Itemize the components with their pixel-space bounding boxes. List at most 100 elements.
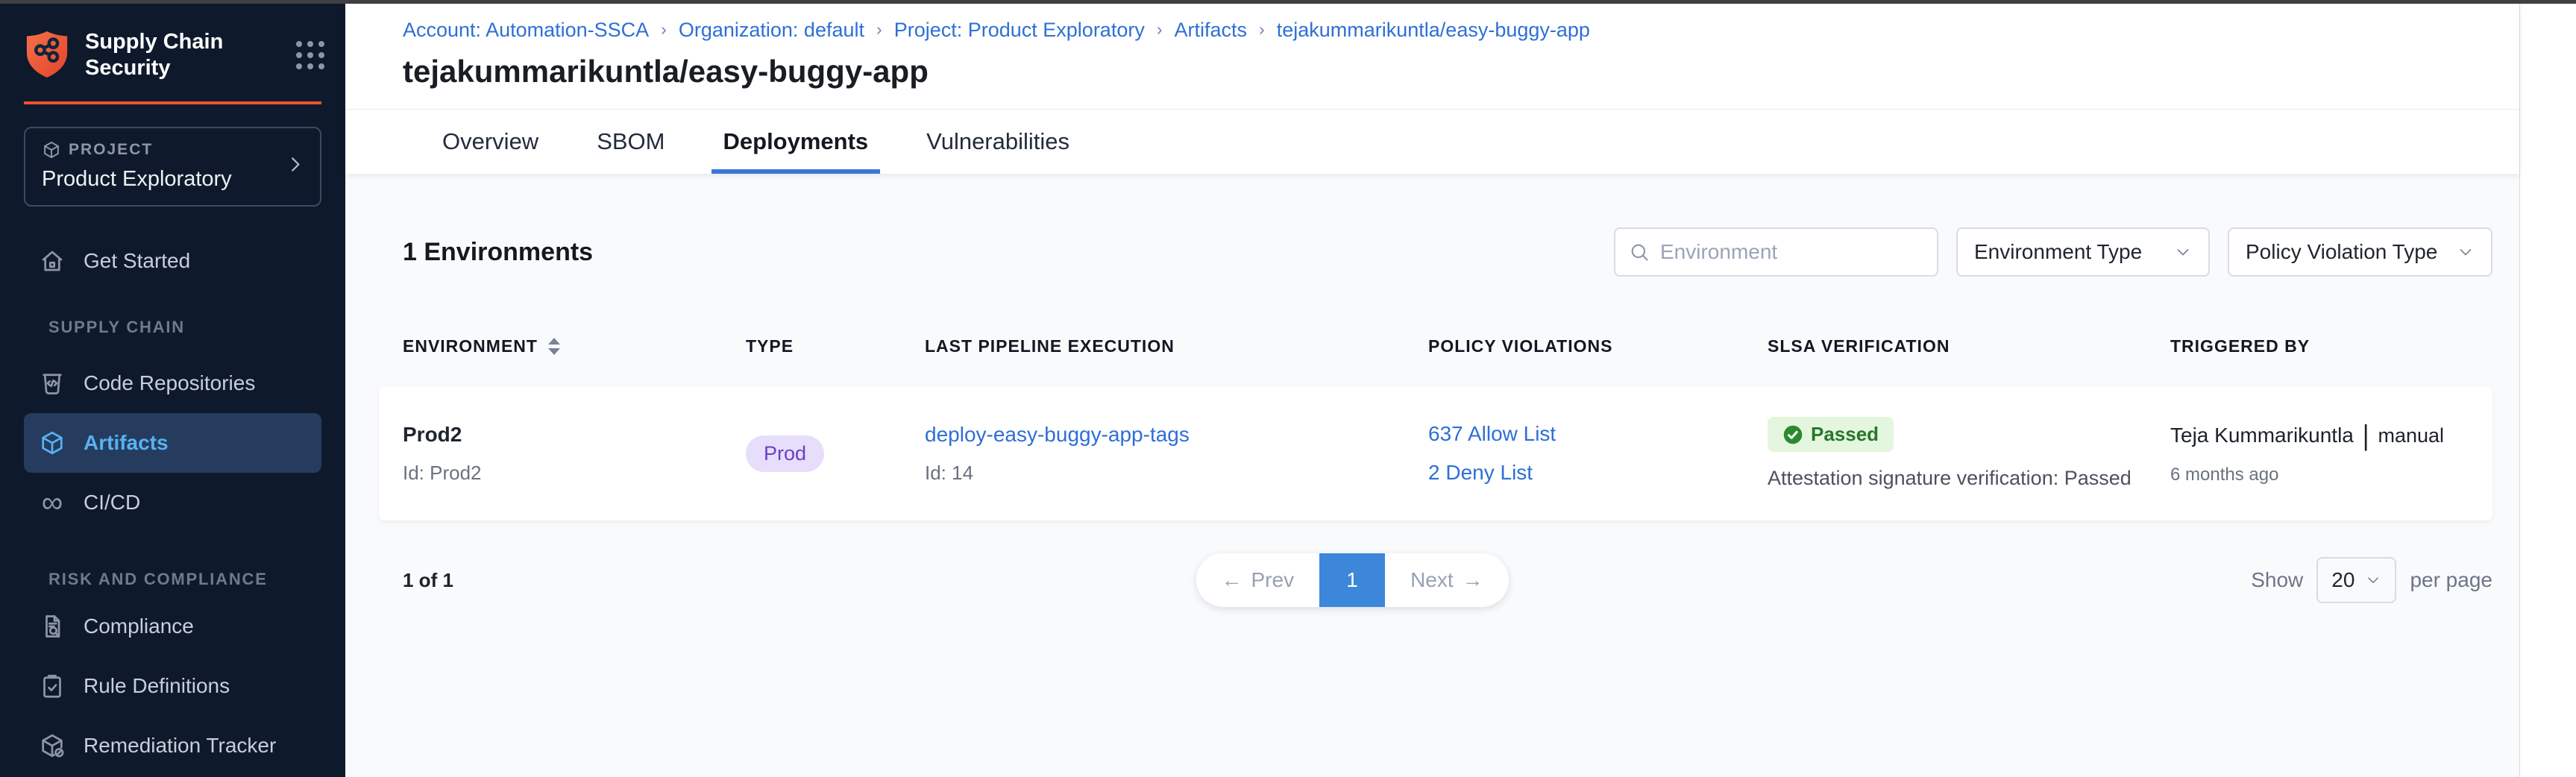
- sidebar: Supply Chain Security PROJECT Product Ex…: [0, 4, 345, 777]
- tab-sbom[interactable]: SBOM: [585, 110, 676, 174]
- chevron-down-icon: [2365, 572, 2381, 588]
- last-pipeline-execution-cell: deploy-easy-buggy-app-tags Id: 14: [925, 423, 1428, 485]
- tab-deployments[interactable]: Deployments: [711, 110, 881, 174]
- supply-chain-security-shield-icon: [24, 29, 70, 80]
- per-page-label: per page: [2410, 568, 2492, 592]
- breadcrumb-separator: ›: [1259, 19, 1265, 40]
- allow-list-link[interactable]: 637 Allow List: [1428, 422, 1768, 446]
- clipboard-check-icon: [39, 673, 66, 699]
- page-size-control: Show 20 per page: [2251, 557, 2492, 603]
- chevron-down-icon: [2457, 243, 2475, 261]
- sidebar-nav: Get Started SUPPLY CHAIN Code Repositori…: [0, 231, 345, 776]
- slsa-status-label: Passed: [1811, 423, 1879, 446]
- breadcrumb-organization[interactable]: Organization: default: [679, 19, 864, 42]
- pipeline-link[interactable]: deploy-easy-buggy-app-tags: [925, 423, 1428, 447]
- sidebar-item-artifacts[interactable]: Artifacts: [24, 413, 321, 473]
- breadcrumb: Account: Automation-SSCA › Organization:…: [403, 19, 2519, 42]
- project-name: Product Exploratory: [42, 167, 304, 192]
- sidebar-item-label: CI/CD: [84, 491, 140, 515]
- toolbar: 1 Environments Environment Type Policy V…: [379, 227, 2492, 277]
- project-selector[interactable]: PROJECT Product Exploratory: [24, 127, 321, 207]
- sidebar-item-label: Code Repositories: [84, 371, 255, 395]
- header-top: Account: Automation-SSCA › Organization:…: [345, 4, 2519, 110]
- policy-violation-type-filter-label: Policy Violation Type: [2246, 240, 2437, 264]
- deployments-content: 1 Environments Environment Type Policy V…: [345, 174, 2519, 777]
- triggered-by-line: Teja Kummarikuntla | manual: [2170, 421, 2469, 450]
- right-gutter: [2519, 4, 2576, 777]
- sidebar-item-label: Rule Definitions: [84, 674, 230, 698]
- box-wrench-icon: [39, 732, 66, 759]
- project-label: PROJECT: [69, 141, 153, 159]
- sidebar-item-label: Artifacts: [84, 431, 169, 455]
- slsa-status-badge: Passed: [1768, 417, 1894, 452]
- cube-icon: [42, 140, 61, 160]
- sidebar-item-remediation-tracker[interactable]: Remediation Tracker: [0, 716, 345, 776]
- policy-violations-cell: 637 Allow List 2 Deny List: [1428, 422, 1768, 485]
- sidebar-item-label: Remediation Tracker: [84, 734, 276, 758]
- table-row[interactable]: Prod2 Id: Prod2 Prod deploy-easy-buggy-a…: [379, 386, 2492, 520]
- environment-name: Prod2: [403, 423, 746, 447]
- logo-row: Supply Chain Security: [0, 4, 345, 82]
- next-page-label: Next: [1410, 568, 1454, 592]
- check-circle-icon: [1782, 424, 1803, 445]
- document-search-icon: [39, 613, 66, 640]
- column-header-environment: ENVIRONMENT: [403, 336, 746, 356]
- toolbar-filters: Environment Type Policy Violation Type: [1614, 227, 2492, 277]
- sidebar-item-rule-definitions[interactable]: Rule Definitions: [0, 656, 345, 716]
- triggered-by-separator: |: [2363, 419, 2369, 452]
- arrow-right-icon: →: [1463, 568, 1483, 592]
- triggered-by-user: Teja Kummarikuntla: [2170, 424, 2354, 447]
- prev-page-label: Prev: [1251, 568, 1295, 592]
- tab-vulnerabilities[interactable]: Vulnerabilities: [914, 110, 1081, 174]
- column-header-triggered-by: TRIGGERED BY: [2170, 336, 2469, 356]
- column-header-policy-violations: POLICY VIOLATIONS: [1428, 336, 1768, 356]
- deny-list-link[interactable]: 2 Deny List: [1428, 461, 1768, 485]
- breadcrumb-artifacts[interactable]: Artifacts: [1175, 19, 1248, 42]
- app-title: Supply Chain Security: [85, 29, 296, 82]
- page-header: Account: Automation-SSCA › Organization:…: [345, 4, 2519, 174]
- sort-icon[interactable]: [548, 338, 560, 355]
- environment-type-filter-label: Environment Type: [1974, 240, 2142, 264]
- breadcrumb-separator: ›: [1157, 19, 1163, 40]
- breadcrumb-separator: ›: [661, 19, 667, 40]
- sidebar-item-compliance[interactable]: Compliance: [0, 597, 345, 656]
- pagination-bar: 1 of 1 ← Prev 1 Next → Show 20: [379, 553, 2492, 607]
- app-switcher-grid-icon[interactable]: [296, 41, 324, 69]
- sidebar-section-supply-chain: SUPPLY CHAIN: [0, 318, 345, 337]
- breadcrumb-account[interactable]: Account: Automation-SSCA: [403, 19, 649, 42]
- pipeline-id: Id: 14: [925, 462, 1428, 485]
- page-number-button[interactable]: 1: [1319, 553, 1385, 607]
- search-icon: [1629, 242, 1650, 262]
- home-icon: [39, 248, 66, 274]
- chevron-right-icon: [284, 154, 307, 180]
- page-title: tejakummarikuntla/easy-buggy-app: [403, 54, 2519, 89]
- triggered-by-mode: manual: [2378, 424, 2444, 447]
- prev-page-button[interactable]: ← Prev: [1196, 553, 1320, 607]
- cube-icon: [39, 430, 66, 456]
- next-page-button[interactable]: Next →: [1385, 553, 1509, 607]
- column-header-label: ENVIRONMENT: [403, 336, 538, 356]
- sidebar-item-get-started[interactable]: Get Started: [0, 231, 345, 291]
- pager: ← Prev 1 Next →: [1196, 553, 1509, 607]
- sidebar-item-cicd[interactable]: ∞ CI/CD: [0, 473, 345, 532]
- policy-violation-type-filter[interactable]: Policy Violation Type: [2228, 227, 2492, 277]
- environment-search-input[interactable]: [1660, 240, 1923, 264]
- page-size-select[interactable]: 20: [2316, 557, 2396, 603]
- show-label: Show: [2251, 568, 2303, 592]
- environments-count-heading: 1 Environments: [403, 238, 593, 267]
- sidebar-section-risk-compliance: RISK AND COMPLIANCE: [0, 570, 345, 589]
- triggered-by-cell: Teja Kummarikuntla | manual 6 months ago: [2170, 421, 2469, 485]
- code-repository-icon: [39, 370, 66, 397]
- sidebar-item-code-repositories[interactable]: Code Repositories: [0, 353, 345, 413]
- environment-type-filter[interactable]: Environment Type: [1956, 227, 2210, 277]
- breadcrumb-project[interactable]: Project: Product Exploratory: [894, 19, 1145, 42]
- breadcrumb-separator: ›: [876, 19, 882, 40]
- environment-cell: Prod2 Id: Prod2: [403, 423, 746, 485]
- tab-overview[interactable]: Overview: [430, 110, 550, 174]
- type-cell: Prod: [746, 435, 925, 472]
- environment-id: Id: Prod2: [403, 462, 746, 485]
- breadcrumb-artifact-name[interactable]: tejakummarikuntla/easy-buggy-app: [1277, 19, 1590, 42]
- tab-bar: Overview SBOM Deployments Vulnerabilitie…: [345, 110, 2519, 174]
- app-root: Supply Chain Security PROJECT Product Ex…: [0, 4, 2576, 777]
- triggered-time: 6 months ago: [2170, 465, 2469, 485]
